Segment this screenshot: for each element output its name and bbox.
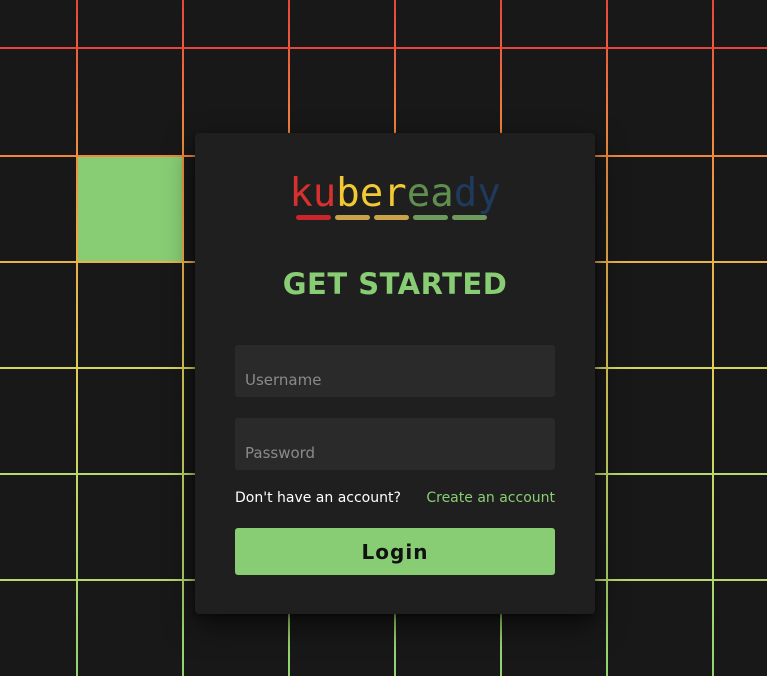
logo-letter: k	[289, 171, 313, 216]
logo-letter: d	[453, 171, 478, 216]
login-page: kubeready GET STARTED Don't have an acco…	[0, 0, 767, 676]
login-card: kubeready GET STARTED Don't have an acco…	[195, 133, 595, 614]
username-input[interactable]	[235, 345, 555, 397]
logo-bar	[335, 215, 370, 220]
signup-row: Don't have an account? Create an account	[235, 490, 555, 510]
grid-line-vertical	[712, 0, 714, 676]
password-input[interactable]	[235, 418, 555, 470]
logo-color-bars	[296, 215, 487, 221]
logo-bar	[374, 215, 409, 220]
logo-bar	[452, 215, 487, 220]
logo-wordmark: kubeready	[195, 171, 595, 217]
login-button[interactable]: Login	[235, 528, 555, 575]
logo-bar	[296, 215, 331, 220]
highlighted-grid-cell	[77, 156, 183, 262]
logo-letter: y	[477, 171, 501, 216]
kuberready-logo: kubeready	[195, 171, 595, 227]
logo-letter: a	[430, 171, 454, 216]
logo-letter: r	[383, 171, 407, 216]
create-account-link[interactable]: Create an account	[426, 490, 555, 506]
grid-line-horizontal	[0, 47, 767, 49]
grid-line-vertical	[182, 0, 184, 676]
logo-letter: e	[359, 171, 384, 216]
grid-line-vertical	[606, 0, 608, 676]
page-title: GET STARTED	[282, 267, 508, 301]
logo-letter: e	[406, 171, 431, 216]
account-question: Don't have an account?	[235, 490, 401, 506]
grid-line-vertical	[76, 0, 78, 676]
logo-letter: u	[312, 171, 337, 216]
logo-letter: b	[336, 171, 360, 216]
logo-bar	[413, 215, 448, 220]
